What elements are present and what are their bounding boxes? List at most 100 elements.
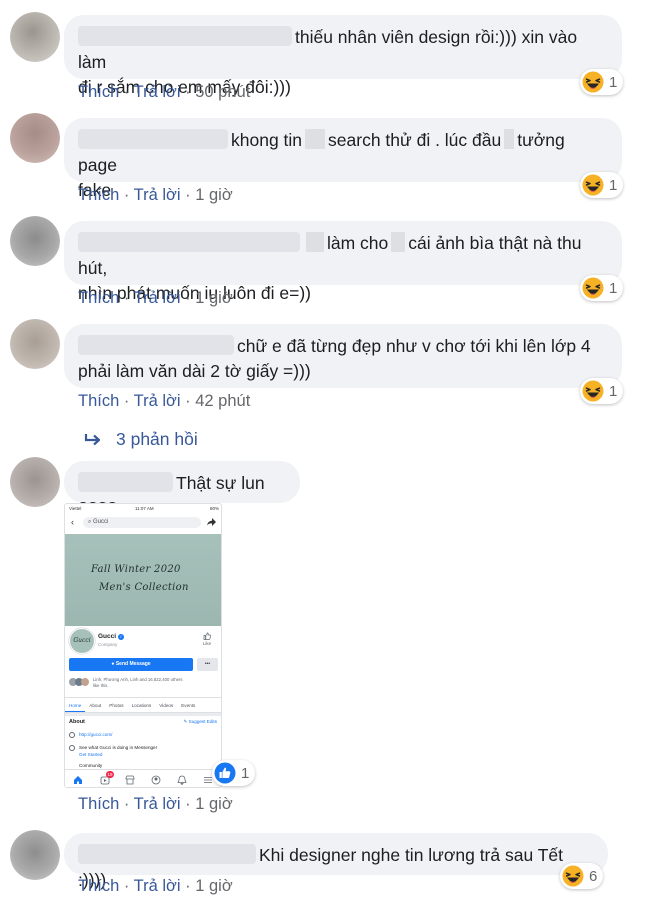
reply-link[interactable]: Trả lời bbox=[134, 392, 181, 410]
comment-bubble: khong tin search thử đi . lúc đầu tưởng pa… bbox=[64, 118, 622, 200]
censored-word bbox=[306, 232, 324, 252]
comment-image-attachment[interactable]: Viettel 11:07 AM 80% ‹ ⌕ Gucci Fall Wint… bbox=[64, 503, 222, 788]
reply-link[interactable]: Trả lời bbox=[134, 83, 181, 101]
reaction-count[interactable]: 1 bbox=[212, 760, 256, 786]
reaction-count[interactable]: 1 bbox=[580, 275, 624, 301]
about-heading: About bbox=[69, 719, 85, 725]
marketplace-icon[interactable] bbox=[125, 775, 135, 785]
haha-emoji-icon bbox=[582, 277, 604, 299]
page-name[interactable]: Gucci ✓ bbox=[98, 633, 124, 640]
like-link[interactable]: Thích bbox=[78, 795, 119, 813]
censored-word bbox=[305, 129, 326, 149]
messenger-outline-icon bbox=[69, 745, 75, 751]
page-tabs: Home About Photos Locations Videos Event… bbox=[65, 697, 221, 713]
reaction-count[interactable]: 1 bbox=[580, 172, 624, 198]
messenger-icon: ● bbox=[111, 661, 115, 667]
share-arrow-icon[interactable] bbox=[207, 518, 216, 526]
comment-text: search thử đi . lúc đầu bbox=[328, 130, 502, 150]
comment-text: chữ e đã từng đẹp như v chơ tới khi lên … bbox=[237, 336, 591, 356]
cover-text-line2: Men's Collection bbox=[99, 582, 189, 593]
comment-text: khong tin bbox=[231, 130, 303, 150]
send-message-button[interactable]: ● Send Message bbox=[69, 658, 193, 671]
fb-search-bar[interactable]: ⌕ Gucci bbox=[83, 517, 201, 528]
messenger-cta-text: See what Gucci is doing in Messenger bbox=[79, 745, 158, 750]
suggest-edits-link[interactable]: ✎ Suggest Edits bbox=[184, 719, 218, 725]
more-options-button[interactable]: ••• bbox=[197, 658, 218, 671]
page-category: Company bbox=[98, 642, 118, 647]
reply-link[interactable]: Trả lời bbox=[134, 289, 181, 307]
comment-time[interactable]: 42 phút bbox=[195, 392, 250, 410]
page-logo[interactable]: Gucci bbox=[69, 628, 95, 654]
home-icon[interactable] bbox=[73, 775, 83, 785]
reply-link[interactable]: Trả lời bbox=[134, 795, 181, 813]
bell-icon[interactable] bbox=[177, 775, 187, 785]
profile-icon[interactable] bbox=[151, 775, 161, 785]
comment-actions: Thích · Trả lời · 50 phút bbox=[78, 83, 251, 101]
blurred-name[interactable] bbox=[78, 129, 228, 149]
comment-actions: Thích · Trả lời · 1 giờ bbox=[78, 795, 233, 813]
comment-bubble: chữ e đã từng đẹp như v chơ tới khi lên … bbox=[64, 324, 622, 388]
reaction-count[interactable]: 1 bbox=[580, 378, 624, 404]
community-label: Community bbox=[79, 763, 103, 768]
commenter-avatar[interactable] bbox=[10, 830, 60, 880]
commenter-avatar[interactable] bbox=[10, 113, 60, 163]
comment-time[interactable]: 1 giờ bbox=[195, 795, 232, 813]
comment-time[interactable]: 1 giờ bbox=[195, 186, 232, 204]
blurred-name[interactable] bbox=[78, 844, 256, 864]
reply-link[interactable]: Trả lời bbox=[134, 877, 181, 895]
notification-badge: 19 bbox=[106, 771, 114, 778]
commenter-avatar[interactable] bbox=[10, 319, 60, 369]
comment-actions: Thích · Trả lời · 42 phút bbox=[78, 392, 251, 410]
comment-bubble: thiếu nhân viên design rồi:))) xin vào l… bbox=[64, 15, 622, 97]
like-thumb-icon bbox=[214, 762, 236, 784]
blurred-name[interactable] bbox=[78, 26, 292, 46]
like-link[interactable]: Thích bbox=[78, 83, 119, 101]
comment-text: làm cho bbox=[327, 233, 389, 253]
reaction-count[interactable]: 6 bbox=[560, 863, 604, 889]
cover-text-line1: Fall Winter 2020 bbox=[91, 564, 181, 575]
commenter-avatar[interactable] bbox=[10, 12, 60, 62]
comment-bubble: Thật sự lun ???? bbox=[64, 461, 300, 518]
haha-emoji-icon bbox=[582, 380, 604, 402]
like-page-button[interactable]: Like bbox=[200, 632, 214, 646]
website-link[interactable]: http://gucci.com/ bbox=[79, 732, 112, 737]
like-link[interactable]: Thích bbox=[78, 877, 119, 895]
friends-like-text[interactable]: Linh, Phương Anh, Linh and 16,822,400 ot… bbox=[93, 677, 183, 688]
back-icon[interactable]: ‹ bbox=[71, 517, 74, 527]
like-link[interactable]: Thích bbox=[78, 289, 119, 307]
bottom-nav: 19 bbox=[65, 769, 221, 787]
cover-photo[interactable]: Fall Winter 2020 Men's Collection bbox=[65, 534, 221, 626]
blurred-name[interactable] bbox=[78, 232, 300, 252]
tab-events[interactable]: Events bbox=[177, 698, 199, 712]
reaction-count[interactable]: 1 bbox=[580, 69, 624, 95]
view-replies-link[interactable]: 3 phản hồi bbox=[84, 429, 198, 450]
comment-time[interactable]: 50 phút bbox=[195, 83, 250, 101]
tab-about[interactable]: About bbox=[85, 698, 105, 712]
comment-actions: Thích · Trả lời · 1 giờ bbox=[78, 186, 233, 204]
haha-emoji-icon bbox=[562, 865, 584, 887]
pencil-icon: ✎ bbox=[183, 719, 188, 724]
tab-videos[interactable]: Videos bbox=[155, 698, 177, 712]
like-link[interactable]: Thích bbox=[78, 186, 119, 204]
comment-actions: Thích · Trả lời · 1 giờ bbox=[78, 289, 233, 307]
tab-home[interactable]: Home bbox=[65, 698, 86, 712]
comment-time[interactable]: 1 giờ bbox=[195, 877, 232, 895]
haha-emoji-icon bbox=[582, 174, 604, 196]
tab-locations[interactable]: Locations bbox=[128, 698, 156, 712]
blurred-name[interactable] bbox=[78, 335, 234, 355]
verified-badge-icon: ✓ bbox=[117, 634, 124, 640]
get-started-link[interactable]: Get Started bbox=[79, 752, 103, 757]
friend-avatars bbox=[69, 678, 91, 686]
reply-arrow-icon bbox=[84, 433, 101, 445]
commenter-avatar[interactable] bbox=[10, 216, 60, 266]
comment-bubble: Khi designer nghe tin lương trả sau Tết … bbox=[64, 833, 608, 890]
reply-link[interactable]: Trả lời bbox=[134, 186, 181, 204]
tab-photos[interactable]: Photos bbox=[105, 698, 127, 712]
globe-icon bbox=[69, 732, 75, 738]
like-link[interactable]: Thích bbox=[78, 392, 119, 410]
comment-time[interactable]: 1 giờ bbox=[195, 289, 232, 307]
blurred-name[interactable] bbox=[78, 472, 173, 492]
commenter-avatar[interactable] bbox=[10, 457, 60, 507]
censored-word bbox=[391, 232, 406, 252]
comment-text: phải làm văn dài 2 tờ giấy =))) bbox=[78, 361, 311, 381]
